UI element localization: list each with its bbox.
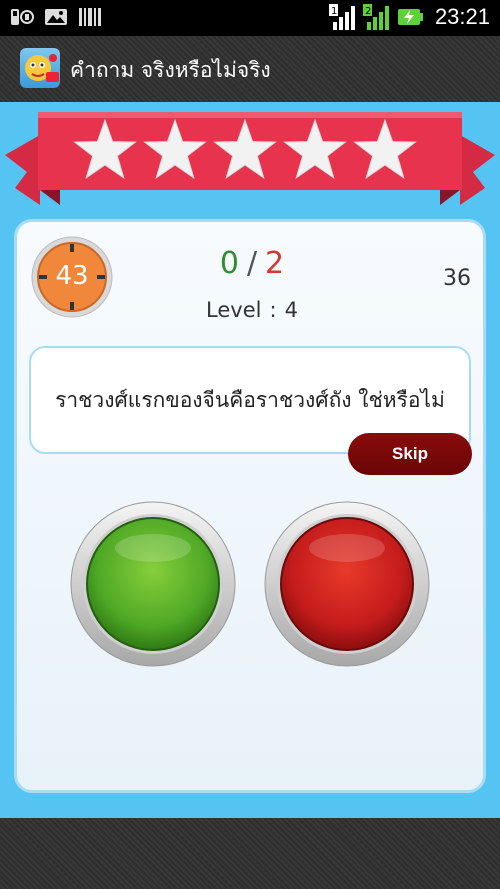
status-time: 23:21	[434, 4, 490, 29]
barcode-icon	[79, 8, 101, 26]
signal-sim2-icon: 2	[362, 4, 389, 30]
gallery-icon	[45, 9, 67, 25]
timer-value: 43	[55, 261, 89, 291]
signal-sim1-icon: 1	[328, 4, 355, 30]
wrong-count: 2	[265, 246, 285, 281]
level-colon: :	[269, 298, 277, 322]
app-logo-icon	[20, 48, 60, 88]
usb-debug-icon	[11, 9, 34, 25]
app-title: คำถาม จริงหรือไม่จริง	[70, 58, 271, 82]
score-separator: /	[246, 246, 258, 281]
question-counter: 36	[443, 266, 471, 291]
svg-text:1: 1	[331, 6, 337, 17]
star-rating-ribbon	[5, 112, 495, 205]
battery-charging-icon	[397, 9, 423, 25]
question-text: ราชวงศ์แรกของจีนคือราชวงศ์ถัง ใช่หรือไม่	[55, 388, 445, 412]
question-card: 43 0/2 Level:4 36 ราชวงศ์แรกของจีนคือราช…	[14, 219, 486, 793]
score-display: 0/2	[167, 246, 337, 281]
title-bar: คำถาม จริงหรือไม่จริง	[0, 36, 500, 102]
true-button[interactable]	[69, 500, 237, 668]
skip-button[interactable]: Skip	[348, 433, 472, 475]
level-label: Level	[206, 298, 262, 322]
level-display: Level:4	[167, 298, 337, 322]
countdown-timer: 43	[31, 236, 113, 318]
status-bar: 1 2 23:21	[0, 0, 500, 36]
game-screen: 43 0/2 Level:4 36 ราชวงศ์แรกของจีนคือราช…	[0, 102, 500, 818]
correct-count: 0	[219, 246, 239, 281]
false-button[interactable]	[263, 500, 431, 668]
level-value: 4	[284, 298, 298, 322]
bottom-bar	[0, 818, 500, 889]
svg-text:2: 2	[365, 6, 371, 17]
